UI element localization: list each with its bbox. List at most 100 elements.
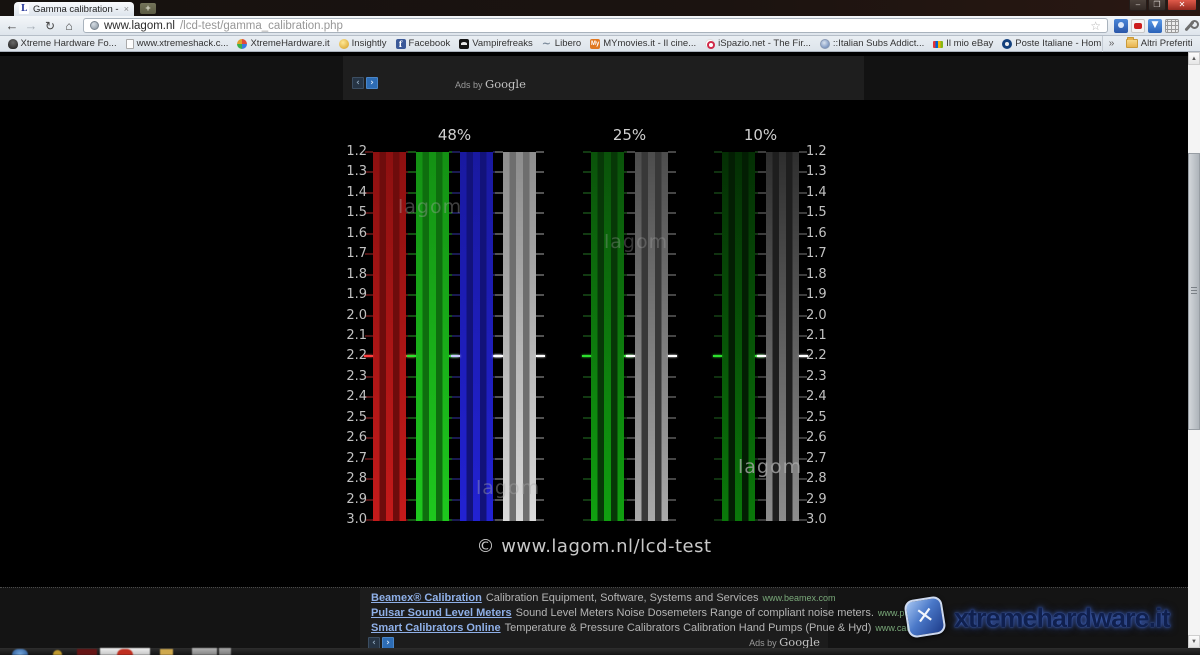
scrollbar-thumb[interactable] (1188, 153, 1200, 430)
extension-badge-icon[interactable] (1114, 19, 1128, 33)
browser-tab[interactable]: L Gamma calibration - Lag... × (14, 2, 134, 16)
bookmarks-overflow-chevron[interactable]: » (1107, 38, 1117, 49)
bookmark-label: Il mio eBay (946, 38, 993, 49)
bookmark-item[interactable]: Vampirefreaks (455, 36, 538, 52)
tick-2.8-left (714, 478, 722, 480)
lagom-watermark: lagom (398, 197, 462, 217)
scale-right-2.4: 2.4 (806, 389, 866, 405)
tick-1.2-left (452, 151, 460, 153)
tick-1.6-left (452, 233, 460, 235)
tab-close-icon[interactable]: × (124, 4, 129, 14)
ad-title-link[interactable]: Beamex® Calibration (371, 592, 482, 604)
taskbar-item[interactable] (160, 649, 173, 655)
tick-2.0-left (627, 315, 635, 317)
tick-2.2-left (582, 355, 591, 357)
taskbar-item-badge (117, 649, 133, 655)
tick-2.7-left (452, 458, 460, 460)
tick-2.7-right (668, 458, 676, 460)
tick-2.9-right (668, 499, 676, 501)
extension-youtube-icon[interactable] (1131, 19, 1145, 33)
tick-2.2-left (757, 355, 766, 357)
forward-icon[interactable]: → (23, 17, 39, 35)
scale-right-2.9: 2.9 (806, 492, 866, 508)
taskbar-item[interactable] (12, 649, 28, 655)
tick-1.6-left (714, 233, 722, 235)
tick-1.8-left (758, 274, 766, 276)
address-bar[interactable]: www.lagom.nl /lcd-test/gamma_calibration… (83, 18, 1108, 33)
taskbar-item[interactable] (219, 648, 231, 655)
tick-2.5-left (627, 417, 635, 419)
bookmark-item[interactable]: XtremeHardware.it (233, 36, 334, 52)
ad-title-link[interactable]: Pulsar Sound Level Meters (371, 607, 512, 619)
scroll-up-icon[interactable]: ▲ (1188, 52, 1200, 65)
tick-2.3-left (495, 376, 503, 378)
bookmark-item[interactable]: Poste Italiane - Hom... (998, 36, 1102, 52)
tick-2.6-left (627, 437, 635, 439)
bookmark-item[interactable]: Insightly (334, 36, 391, 52)
bookmark-item[interactable]: Xtreme Hardware Fo... (3, 36, 121, 52)
scale-right-1.2: 1.2 (806, 144, 866, 160)
bookmark-item[interactable]: Facebook (391, 36, 455, 52)
ad-title-link[interactable]: Smart Calibrators Online (371, 622, 501, 634)
tick-3.0-left (408, 519, 416, 521)
tick-2.8-left (627, 478, 635, 480)
tick-1.9-right (536, 294, 544, 296)
tick-1.9-left (495, 294, 503, 296)
bookmark-star-icon[interactable]: ☆ (1090, 20, 1101, 32)
taskbar-item[interactable] (192, 648, 217, 655)
taskbar-item[interactable] (77, 649, 97, 655)
tick-2.3-left (758, 376, 766, 378)
xtremehardware-logo-icon: ✕ (903, 595, 946, 638)
taskbar-item[interactable] (53, 650, 62, 655)
bookmark-item[interactable]: ::Italian Subs Addict... (815, 36, 928, 52)
home-icon[interactable]: ⌂ (61, 17, 77, 35)
back-icon[interactable]: ← (4, 17, 20, 35)
page-scrollbar[interactable]: ▲ ▼ (1188, 52, 1200, 648)
reload-icon[interactable]: ↻ (42, 17, 58, 35)
scroll-down-icon[interactable]: ▼ (1188, 635, 1200, 648)
bookmark-item[interactable]: iSpazio.net - The Fir... (701, 36, 816, 52)
tick-2.9-left (408, 499, 416, 501)
tick-1.9-left (758, 294, 766, 296)
tick-1.3-left (495, 171, 503, 173)
other-bookmarks-folder[interactable]: Altri Preferiti (1121, 36, 1197, 52)
bookmark-item[interactable]: Libero (537, 36, 585, 52)
scale-right-1.8: 1.8 (806, 267, 866, 283)
tick-2.1-left (714, 335, 722, 337)
extension-download-icon[interactable]: ▼ (1148, 19, 1162, 33)
star4-favicon-icon (237, 39, 247, 49)
taskbar-item[interactable] (100, 648, 150, 655)
maximize-button[interactable]: ❒ (1148, 0, 1166, 11)
tick-1.3-left (714, 171, 722, 173)
bookmark-item[interactable]: Il mio eBay (929, 36, 998, 52)
tick-2.5-right (536, 417, 544, 419)
bookmark-label: Xtreme Hardware Fo... (21, 38, 117, 49)
tick-2.2-left (451, 355, 460, 357)
extension-grid-icon[interactable] (1165, 19, 1179, 33)
tick-2.4-left (758, 396, 766, 398)
tick-1.5-left (714, 212, 722, 214)
scale-right-2.0: 2.0 (806, 308, 866, 324)
gamma-bar-48%-blue (460, 152, 493, 521)
bookmark-item[interactable]: www.xtremeshack.c... (121, 36, 233, 52)
lagom-watermark: lagom (738, 457, 802, 477)
tick-2.5-left (583, 417, 591, 419)
lagom-copyright: © www.lagom.nl/lcd-test (0, 536, 1188, 558)
tick-1.6-left (408, 233, 416, 235)
new-tab-button[interactable]: + (140, 3, 156, 14)
tick-2.0-left (495, 315, 503, 317)
tick-1.5-left (758, 212, 766, 214)
scale-right-2.1: 2.1 (806, 328, 866, 344)
bookmark-item[interactable]: MYmovies.it - Il cine... (586, 36, 701, 52)
minimize-button[interactable]: – (1129, 0, 1147, 11)
tick-1.2-right (668, 151, 676, 153)
settings-wrench-icon[interactable] (1182, 19, 1196, 33)
close-button[interactable]: ✕ (1167, 0, 1197, 11)
tick-2.4-left (627, 396, 635, 398)
browser-toolbar: ← → ↻ ⌂ www.lagom.nl /lcd-test/gamma_cal… (0, 16, 1200, 36)
scale-left-1.9: 1.9 (307, 287, 367, 303)
tick-2.8-left (758, 478, 766, 480)
tick-2.2-left (407, 355, 416, 357)
window-controls: – ❒ ✕ (1129, 0, 1197, 11)
footer-ads-by-google-link[interactable]: Ads by Google (749, 635, 820, 649)
